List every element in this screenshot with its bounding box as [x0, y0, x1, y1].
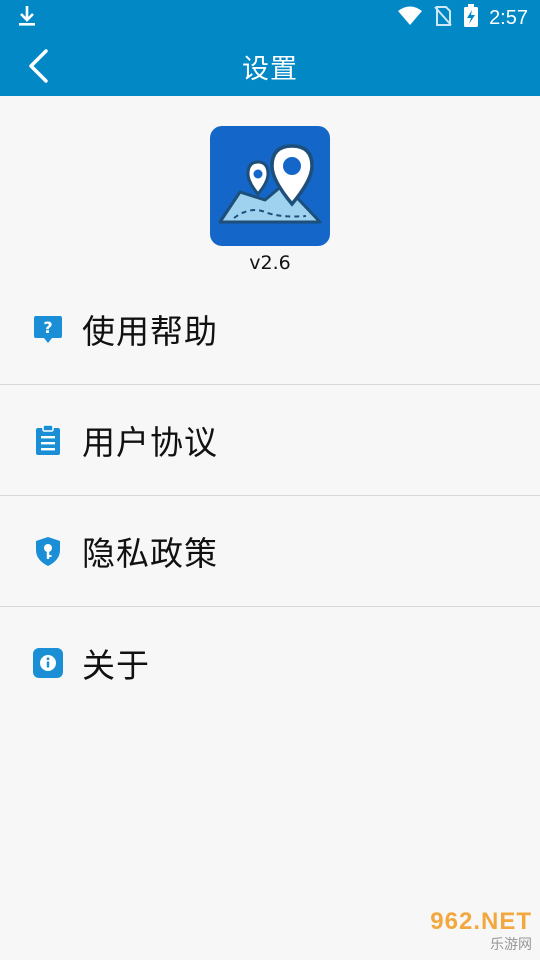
info-icon: [32, 647, 64, 679]
chevron-left-icon: [29, 49, 48, 83]
page-title: 设置: [242, 53, 298, 85]
map-pin-icon: [218, 144, 322, 224]
battery-charging-icon: [463, 4, 479, 32]
help-icon: ?: [32, 313, 64, 345]
menu-item-label: 使用帮助: [82, 312, 218, 351]
menu-item-privacy-policy[interactable]: 隐私政策: [0, 496, 540, 607]
menu-item-user-agreement[interactable]: 用户协议: [0, 385, 540, 496]
menu-item-label: 关于: [82, 645, 150, 685]
app-logo: [210, 126, 330, 246]
back-button[interactable]: [18, 46, 58, 86]
menu-item-help[interactable]: ? 使用帮助: [0, 274, 540, 385]
watermark-sub: 乐游网: [490, 937, 532, 953]
clipboard-icon: [32, 424, 64, 456]
download-icon: [16, 4, 38, 32]
menu-item-about[interactable]: 关于: [0, 607, 540, 718]
settings-menu: ? 使用帮助 用户协议 隐私政策 关于: [0, 274, 540, 718]
app-version: v2.6: [249, 252, 291, 274]
svg-text:?: ?: [43, 318, 52, 337]
shield-key-icon: [32, 535, 64, 567]
menu-item-label: 用户协议: [82, 423, 218, 462]
wifi-icon: [397, 6, 423, 30]
status-bar: 2:57: [0, 0, 540, 36]
status-icons: 2:57: [397, 4, 528, 32]
app-bar: 设置: [0, 36, 540, 96]
menu-item-label: 隐私政策: [82, 534, 218, 573]
status-time: 2:57: [489, 6, 528, 29]
no-sim-icon: [433, 5, 453, 31]
watermark-brand: 962.NET: [430, 908, 532, 935]
watermark: 962.NET 乐游网: [402, 908, 532, 954]
